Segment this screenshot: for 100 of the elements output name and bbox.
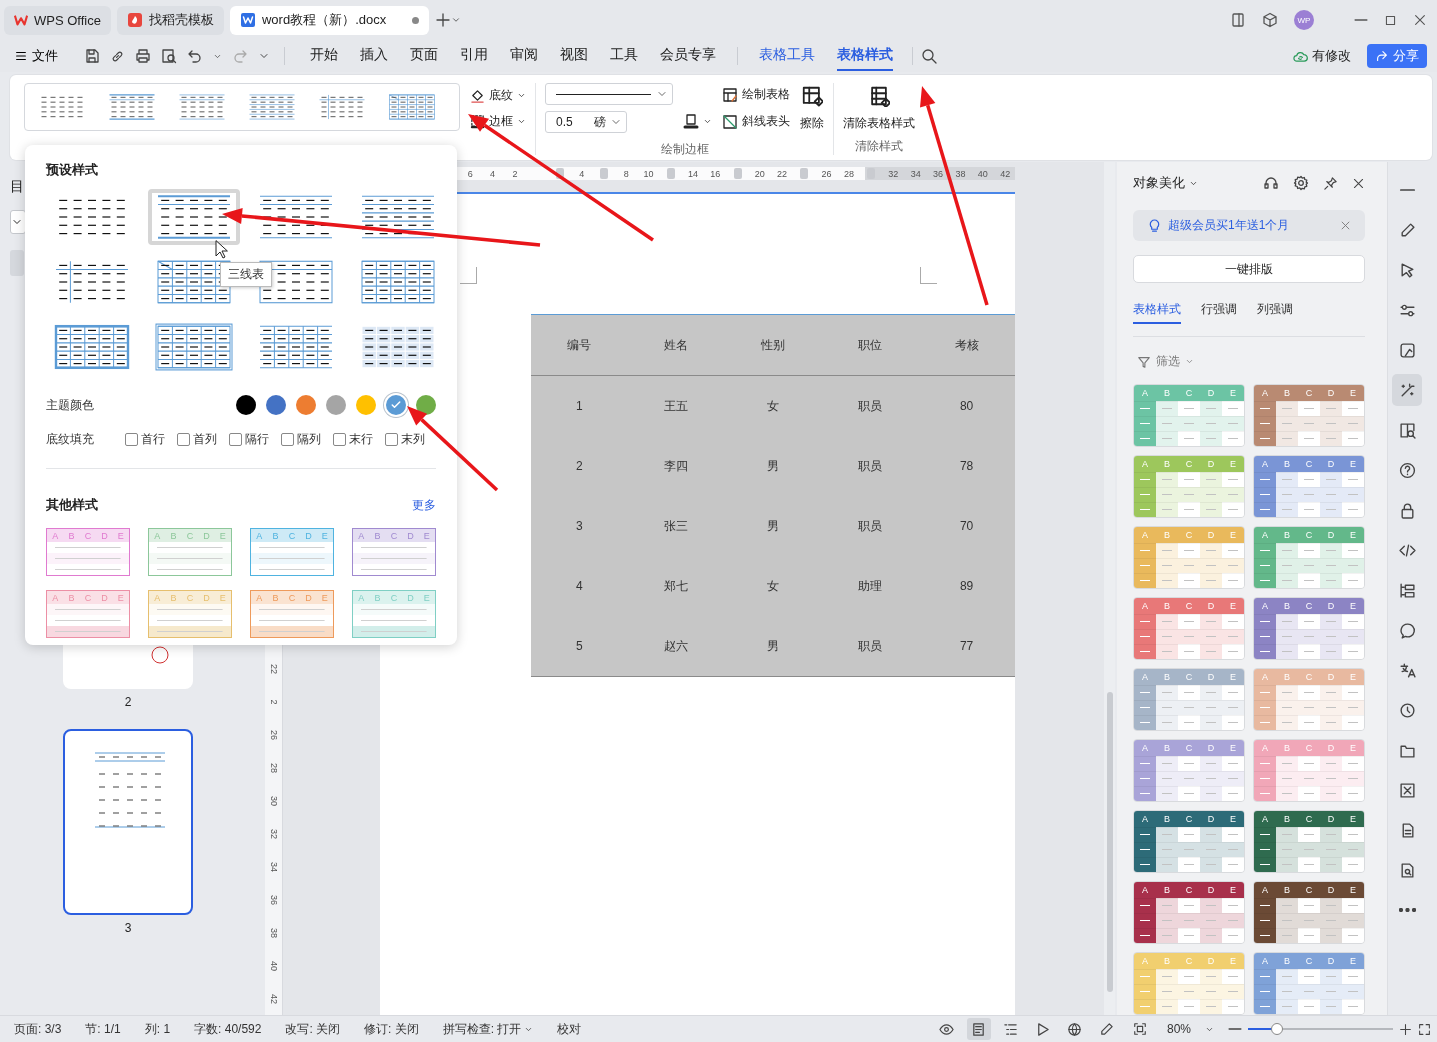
theme-color-swatch[interactable] xyxy=(356,395,376,415)
panel-tab[interactable]: 列强调 xyxy=(1257,301,1293,324)
zoom-slider-thumb[interactable] xyxy=(1271,1023,1283,1035)
table-style-option[interactable] xyxy=(247,93,297,121)
file-menu[interactable]: 文件 xyxy=(10,47,62,65)
erase-button[interactable]: 擦除 xyxy=(800,85,824,132)
menu-tab[interactable]: 插入 xyxy=(360,41,388,71)
outline-dropdown[interactable] xyxy=(10,210,26,234)
theme-color-swatch[interactable] xyxy=(326,395,346,415)
draw-table-button[interactable]: 绘制表格 xyxy=(722,86,790,103)
column-letter: E xyxy=(1229,530,1237,540)
panel-toggle-button[interactable] xyxy=(10,250,24,276)
theme-color-swatch[interactable] xyxy=(236,395,256,415)
undo-icon[interactable] xyxy=(187,48,203,64)
table-style-thumbnail[interactable]: A B C D E xyxy=(1133,881,1245,944)
clear-table-style-button[interactable]: 清除表格样式 xyxy=(843,85,915,132)
fullscreen-icon[interactable] xyxy=(1418,1022,1431,1036)
close-icon[interactable] xyxy=(1413,13,1427,27)
panel-tab[interactable]: 行强调 xyxy=(1201,301,1237,324)
print-preview-icon[interactable] xyxy=(161,48,177,64)
search-icon[interactable] xyxy=(921,48,937,64)
app-tab[interactable]: word教程（新）.docx xyxy=(229,5,429,35)
scrollbar[interactable] xyxy=(1104,162,1115,1015)
table-style-option[interactable] xyxy=(107,93,157,121)
page-view-button[interactable] xyxy=(966,1018,991,1040)
menu-tab[interactable]: 表格样式 xyxy=(837,41,893,71)
minimize-icon[interactable] xyxy=(1354,18,1368,22)
menu-tab[interactable]: 引用 xyxy=(460,41,488,71)
shading-checkbox[interactable]: 末列 xyxy=(385,431,425,448)
column-marker[interactable] xyxy=(867,168,876,179)
new-tab-icon[interactable] xyxy=(434,12,451,28)
column-letter: C xyxy=(1184,601,1194,611)
cube-icon[interactable] xyxy=(1262,12,1278,28)
app-tab[interactable]: WPS Office xyxy=(4,5,111,35)
column-marker[interactable] xyxy=(555,168,564,179)
scrollbar-thumb[interactable] xyxy=(1107,692,1113,992)
column-marker[interactable] xyxy=(733,168,742,179)
save-icon[interactable] xyxy=(84,48,100,64)
column-header: 考核 xyxy=(918,314,1015,376)
table-cell: 2 xyxy=(531,436,628,496)
link-icon[interactable] xyxy=(110,48,125,64)
table-style-thumbnail[interactable]: A B C D E xyxy=(1253,881,1365,944)
save-status-button[interactable]: 有修改 xyxy=(1287,46,1357,66)
magic-wand-button[interactable] xyxy=(1392,374,1422,406)
zoom-dropdown[interactable]: 80% xyxy=(1166,1022,1214,1036)
headset-icon[interactable] xyxy=(1263,175,1279,191)
shading-checkbox[interactable]: 隔列 xyxy=(281,431,321,448)
column-letter: C xyxy=(83,592,93,603)
pin-icon[interactable] xyxy=(1323,175,1338,191)
shading-checkbox[interactable]: 隔行 xyxy=(229,431,269,448)
theme-color-swatch[interactable] xyxy=(296,395,316,415)
menu-tab[interactable]: 开始 xyxy=(310,41,338,71)
theme-color-swatch[interactable] xyxy=(416,395,436,415)
settings-icon[interactable] xyxy=(1293,175,1309,191)
shading-checkbox[interactable]: 首列 xyxy=(177,431,217,448)
column-marker[interactable] xyxy=(666,168,675,179)
promo-banner[interactable]: 超级会员买1年送1个月 xyxy=(1133,210,1365,242)
diagonal-header-button[interactable]: 斜线表头 xyxy=(722,113,790,130)
table-style-option[interactable] xyxy=(317,93,367,121)
spell-check-menu[interactable]: 拼写检查: 打开 xyxy=(442,1020,534,1038)
maximize-icon[interactable] xyxy=(1384,13,1397,27)
column-letter: D xyxy=(1326,956,1336,966)
menu-tab[interactable]: 会员专享 xyxy=(660,41,716,71)
column-marker[interactable] xyxy=(599,168,608,179)
table-style-option[interactable] xyxy=(387,93,437,121)
shading-checkbox[interactable]: 首行 xyxy=(125,431,165,448)
menu-tab[interactable]: 工具 xyxy=(610,41,638,71)
theme-color-swatch[interactable] xyxy=(266,395,286,415)
table-style-preset[interactable] xyxy=(148,189,240,245)
table-style-option[interactable] xyxy=(177,93,227,121)
menu-tab[interactable]: 视图 xyxy=(560,41,588,71)
page-thumbnail[interactable] xyxy=(63,729,193,915)
close-icon[interactable] xyxy=(1352,176,1365,190)
pen-color-button[interactable] xyxy=(683,113,712,129)
theme-color-swatch[interactable] xyxy=(386,395,406,415)
caret-icon[interactable] xyxy=(450,15,461,25)
share-button[interactable]: 分享 xyxy=(1367,44,1427,68)
tablet-icon[interactable] xyxy=(1230,12,1246,28)
shading-checkbox[interactable]: 末行 xyxy=(333,431,373,448)
menu-tab[interactable]: 审阅 xyxy=(510,41,538,71)
filter-button[interactable]: 筛选 xyxy=(1133,353,1198,370)
column-marker[interactable] xyxy=(800,168,809,179)
menu-tab[interactable]: 页面 xyxy=(410,41,438,71)
app-tab[interactable]: 找稻壳模板 xyxy=(116,5,224,35)
table-style-thumbnail[interactable]: A B C D E xyxy=(1253,810,1365,873)
line-style-dropdown[interactable] xyxy=(545,83,673,105)
fit-page-icon[interactable] xyxy=(1132,1022,1147,1036)
zoom-in-icon[interactable] xyxy=(1399,1022,1412,1036)
zoom-out-icon[interactable] xyxy=(1228,1027,1242,1031)
auto-layout-button[interactable]: 一键排版 xyxy=(1133,255,1365,283)
column-letter: A xyxy=(357,592,366,603)
print-icon[interactable] xyxy=(135,48,151,64)
line-width-dropdown[interactable]: 0.5 磅 xyxy=(545,111,627,133)
table-style-thumbnail[interactable]: A B C D E xyxy=(1133,810,1245,873)
table-cell: 赵六 xyxy=(627,616,725,677)
menu-tab[interactable]: 表格工具 xyxy=(759,41,815,71)
panel-title-dropdown[interactable]: 对象美化 xyxy=(1133,174,1198,192)
panel-tab[interactable]: 表格样式 xyxy=(1133,301,1181,324)
more-link[interactable]: 更多 xyxy=(412,496,436,514)
shading-button[interactable]: 底纹 xyxy=(470,87,526,104)
